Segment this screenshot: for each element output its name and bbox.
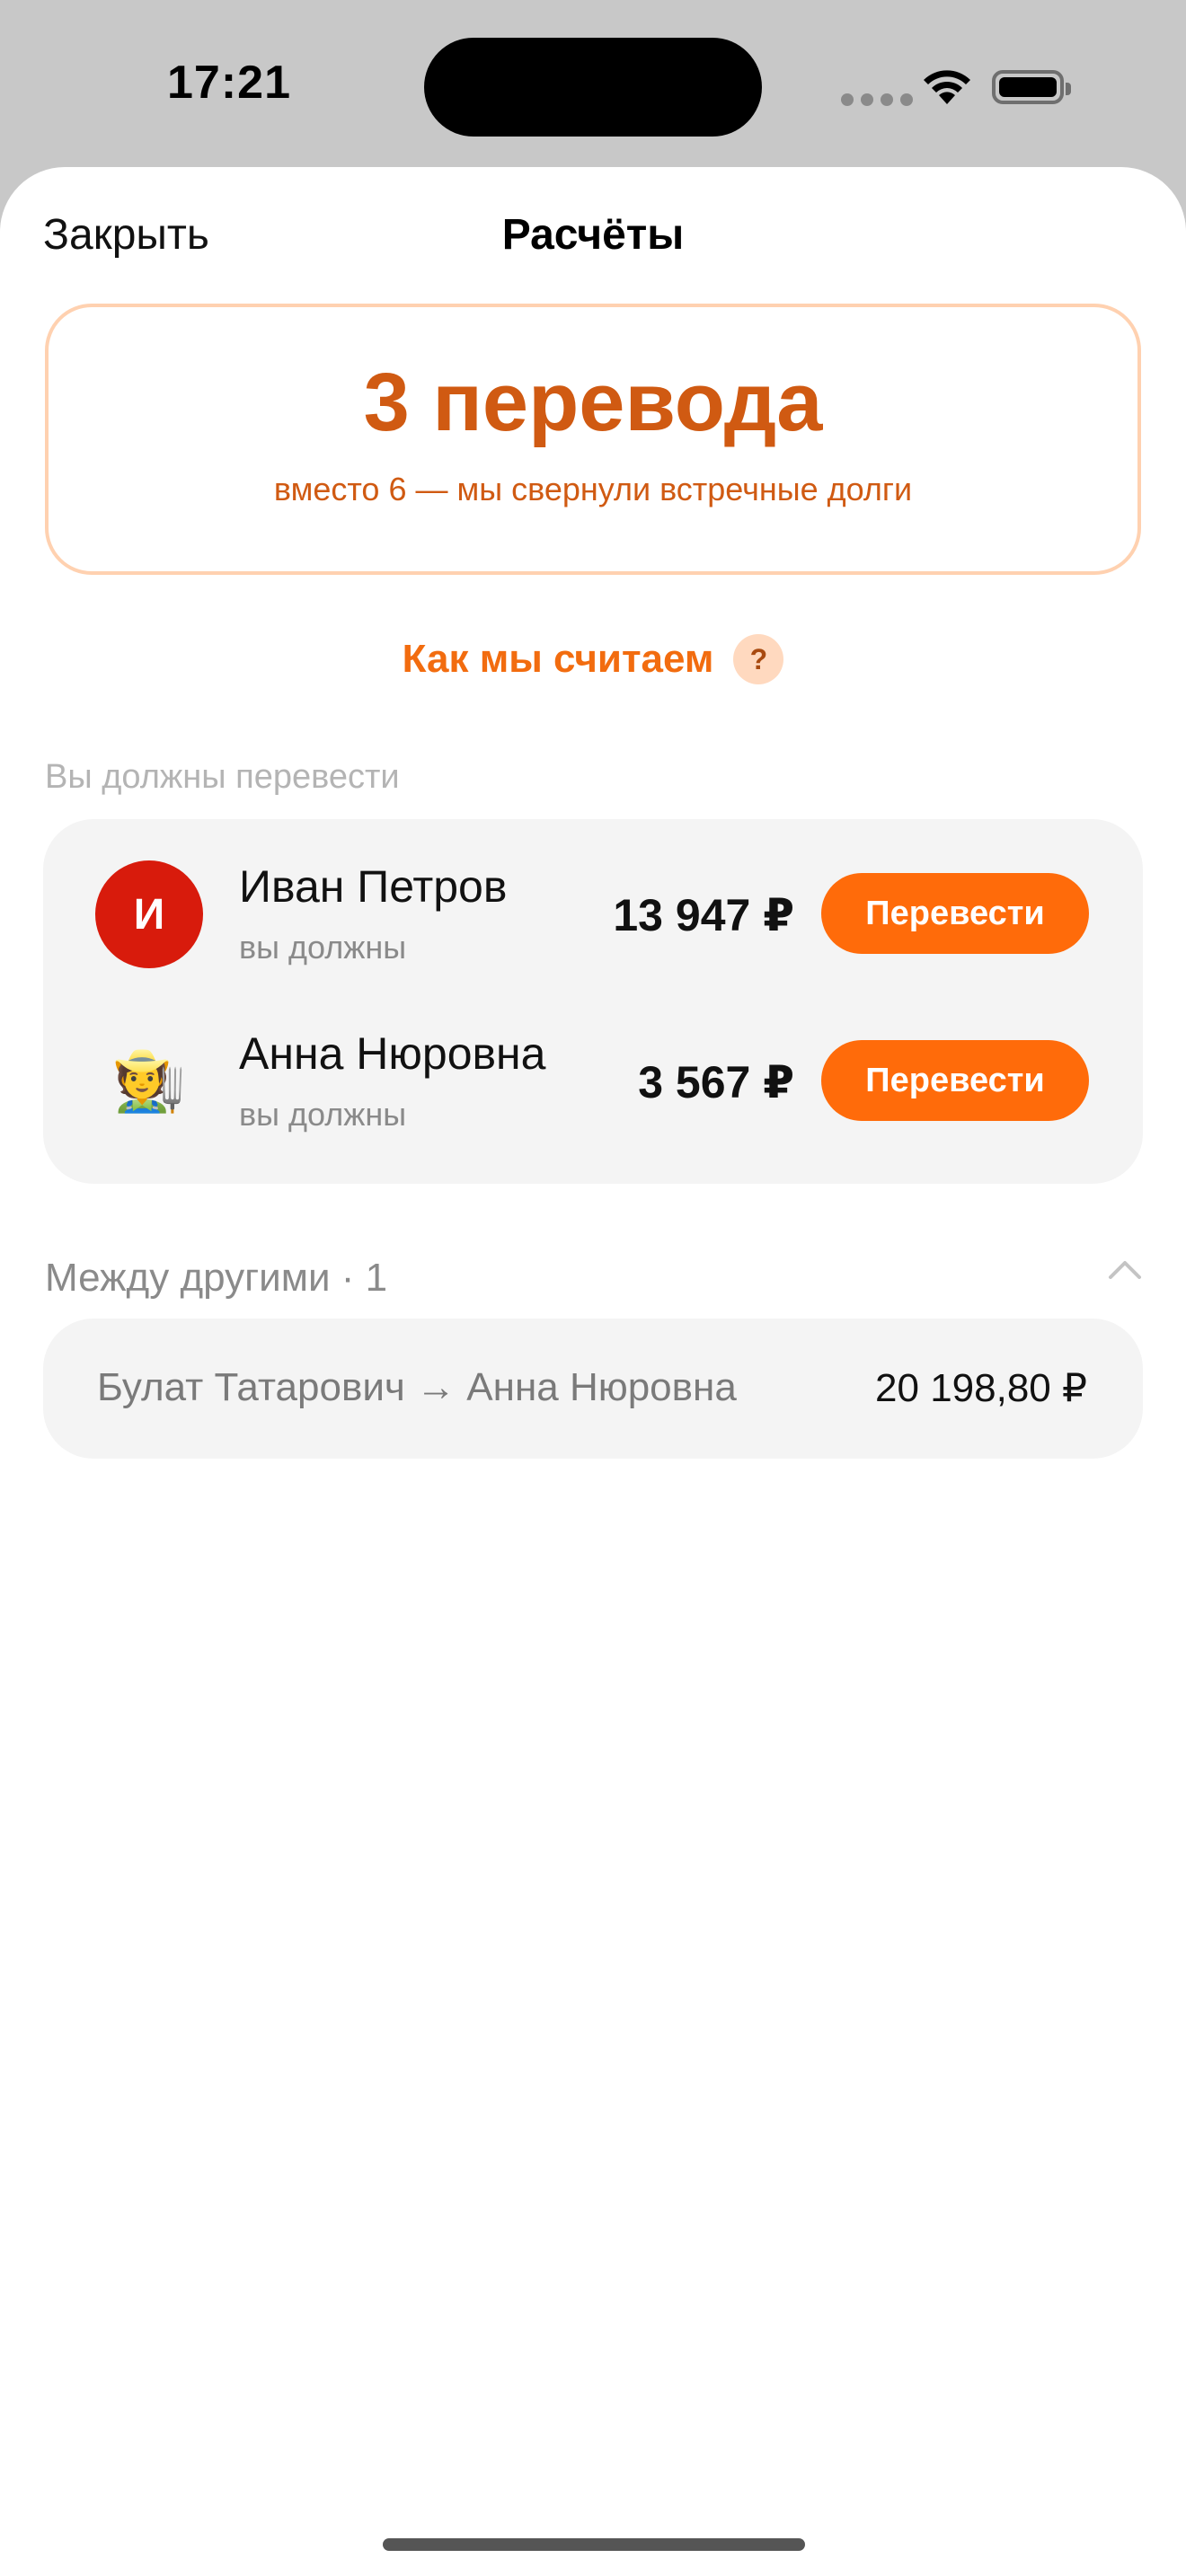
transfers-count: 3 перевода: [363, 357, 823, 448]
chevron-up-icon: [1109, 1261, 1141, 1279]
avatar: 🧑‍🌾: [111, 1047, 187, 1114]
dynamic-island: [424, 38, 762, 137]
debt-status: вы должны: [239, 1096, 407, 1133]
debt-row: 🧑‍🌾 Анна Нюровна вы должны 3 567 ₽ Перев…: [43, 995, 1143, 1162]
transfer-button[interactable]: Перевести: [821, 1040, 1089, 1121]
debt-amount: 3 567 ₽: [638, 1057, 794, 1107]
page-title: Расчёты: [501, 211, 685, 259]
you-owe-card: И Иван Петров вы должны 13 947 ₽ Перевес…: [43, 819, 1143, 1184]
question-icon: ?: [733, 634, 784, 684]
person-name: Иван Петров: [239, 861, 508, 912]
debt-status: вы должны: [239, 929, 407, 966]
wifi-icon: [924, 70, 970, 104]
others-transfer-amount: 20 198,80 ₽: [875, 1366, 1087, 1410]
transfers-summary-card: 3 перевода вместо 6 — мы свернули встреч…: [45, 304, 1141, 575]
how-we-calculate-link[interactable]: Как мы считаем ?: [0, 634, 1186, 684]
avatar: И: [95, 860, 203, 968]
status-time: 17:21: [167, 57, 291, 109]
you-owe-section-label: Вы должны перевести: [45, 758, 400, 796]
status-bar: 17:21: [0, 0, 1186, 171]
battery-icon: [992, 70, 1071, 104]
others-section-toggle[interactable]: Между другими · 1: [0, 1245, 1186, 1317]
cellular-signal-icon: [841, 93, 913, 106]
person-name: Анна Нюровна: [239, 1028, 546, 1079]
others-transfer-parties: Булат Татарович → Анна Нюровна: [97, 1365, 737, 1409]
debt-amount: 13 947 ₽: [613, 890, 794, 940]
transfers-explanation: вместо 6 — мы свернули встречные долги: [273, 471, 913, 507]
transfer-button[interactable]: Перевести: [821, 873, 1089, 954]
others-card: Булат Татарович → Анна Нюровна 20 198,80…: [43, 1319, 1143, 1459]
nav-bar: Закрыть Расчёты: [0, 167, 1186, 302]
settlements-sheet: Закрыть Расчёты 3 перевода вместо 6 — мы…: [0, 167, 1186, 2576]
others-section-label: Между другими · 1: [45, 1256, 388, 1300]
debt-row: И Иван Петров вы должны 13 947 ₽ Перевес…: [43, 828, 1143, 995]
home-indicator: [383, 2538, 805, 2551]
how-we-calculate-label: Как мы считаем: [402, 637, 714, 681]
